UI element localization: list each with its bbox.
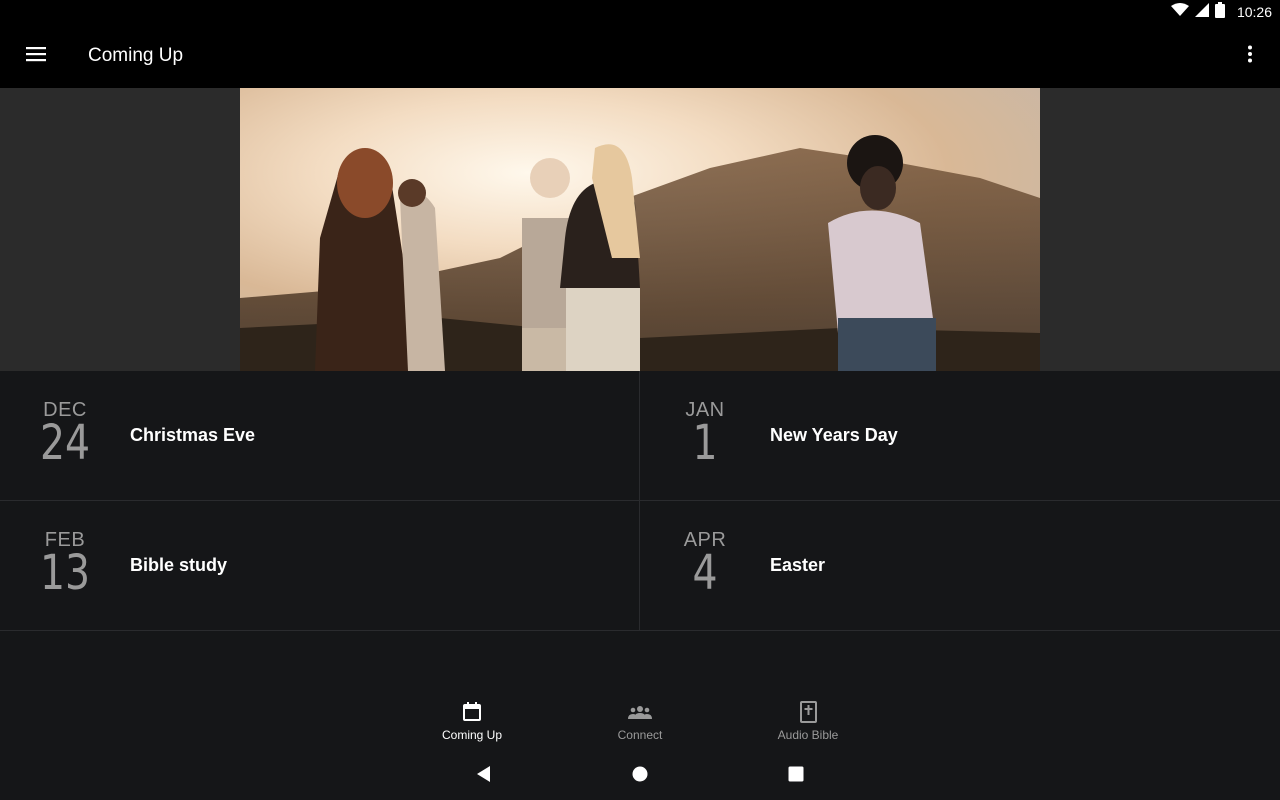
recents-button[interactable] [784,764,808,788]
hero-banner [0,88,1280,371]
nav-label: Coming Up [441,728,503,742]
event-day: 13 [39,545,91,601]
bottom-navigation: Coming Up Connect Audio Bible [0,700,1280,752]
page-title: Coming Up [88,45,184,66]
menu-button[interactable] [24,44,48,68]
home-icon [632,766,648,787]
home-button[interactable] [628,764,652,788]
events-list: DEC 24 Christmas Eve JAN 1 New Years Day… [0,371,1280,631]
overflow-menu-button[interactable] [1238,44,1262,68]
calendar-icon [460,700,484,724]
nav-label: Audio Bible [777,728,839,742]
status-bar: 10:26 [0,0,1280,24]
event-card[interactable]: FEB 13 Bible study [0,501,640,631]
wifi-icon [1170,2,1189,22]
event-day: 1 [692,415,718,471]
cell-signal-icon [1194,2,1209,22]
event-title: Christmas Eve [130,425,256,445]
back-icon [476,765,492,787]
recents-icon [788,766,804,787]
event-title: Easter [770,555,826,575]
event-card[interactable]: APR 4 Easter [640,501,1280,631]
hero-photo[interactable] [240,88,1040,371]
more-vert-icon [1247,45,1253,68]
nav-item-coming-up[interactable]: Coming Up [388,700,556,752]
nav-label: Connect [617,728,663,742]
bible-icon [796,700,820,724]
status-time: 10:26 [1236,4,1272,20]
system-navigation [0,752,1280,800]
nav-item-connect[interactable]: Connect [556,700,724,752]
event-title: Bible study [130,555,228,575]
nav-item-audio-bible[interactable]: Audio Bible [724,700,892,752]
hamburger-menu-icon [26,46,46,67]
battery-icon [1214,1,1225,23]
event-title: New Years Day [770,425,898,445]
event-day: 4 [692,545,718,601]
group-icon [628,700,652,724]
app-bar: Coming Up [0,24,1280,88]
event-card[interactable]: DEC 24 Christmas Eve [0,371,640,501]
back-button[interactable] [472,764,496,788]
event-day: 24 [39,415,91,471]
event-card[interactable]: JAN 1 New Years Day [640,371,1280,501]
